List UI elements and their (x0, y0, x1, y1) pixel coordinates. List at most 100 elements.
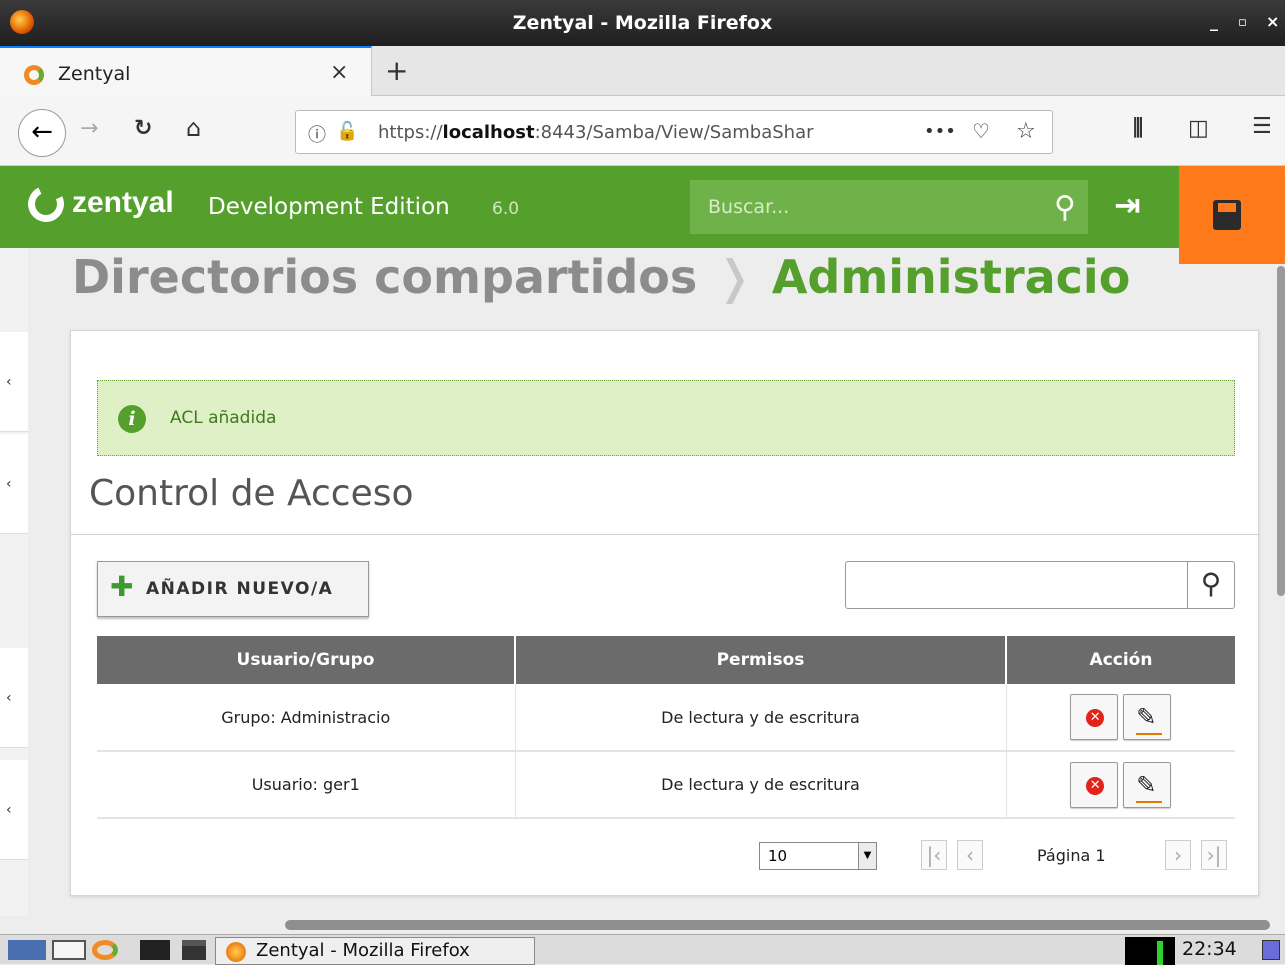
file-manager-icon[interactable] (52, 940, 86, 960)
breadcrumb-current: Administracio (771, 250, 1131, 304)
expand-arrow-icon: ‹ (6, 802, 12, 818)
back-button[interactable]: ← (18, 109, 66, 157)
cell-actions: ✕ ✎ (1006, 751, 1235, 819)
global-search-input[interactable] (690, 180, 1030, 234)
info-icon: i (118, 405, 146, 433)
breadcrumb: Directorios compartidos ❭ Administracio (72, 250, 1130, 304)
taskbar-firefox-task[interactable]: Zentyal - Mozilla Firefox (215, 937, 535, 965)
brand-name: zentyal (72, 186, 174, 219)
pencil-icon: ✎ (1136, 770, 1163, 803)
edition-label: Development Edition (208, 194, 450, 220)
new-tab-icon[interactable]: + (385, 54, 408, 87)
last-page-button[interactable]: ›| (1201, 840, 1227, 870)
edit-button[interactable]: ✎ (1123, 761, 1172, 808)
version-label: 6.0 (492, 199, 520, 219)
cell-permissions: De lectura y de escritura (515, 751, 1007, 819)
window-icon[interactable] (182, 940, 206, 960)
sidebar-item[interactable]: ‹ (0, 332, 28, 432)
column-header-action: Acción (1006, 636, 1235, 684)
success-notice: i ACL añadida (97, 380, 1235, 456)
global-search: ⚲ (690, 180, 1088, 234)
firefox-icon (226, 942, 246, 962)
zentyal-launcher-icon[interactable] (92, 940, 118, 960)
url-text[interactable]: https://localhost:8443/Samba/View/SambaS… (378, 122, 868, 143)
column-header-permissions: Permisos (515, 636, 1007, 684)
table-search-input[interactable] (845, 561, 1189, 609)
table-search-icon[interactable]: ⚲ (1187, 561, 1235, 609)
expand-arrow-icon: ‹ (6, 690, 12, 706)
table-row: Usuario: ger1 De lectura y de escritura … (97, 751, 1235, 819)
sidebar-item[interactable]: ‹ (0, 648, 28, 748)
cell-user-group: Grupo: Administracio (97, 684, 516, 752)
table-row: Grupo: Administracio De lectura y de esc… (97, 684, 1235, 752)
cell-actions: ✕ ✎ (1006, 684, 1235, 752)
notice-message: ACL añadida (170, 408, 277, 428)
section-title: Control de Acceso (89, 473, 414, 514)
sidebar-item[interactable]: ‹ (0, 434, 28, 534)
edit-button[interactable]: ✎ (1123, 694, 1172, 740)
home-button[interactable]: ⌂ (186, 114, 201, 142)
expand-arrow-icon: ‹ (6, 374, 12, 390)
window-titlebar: Zentyal - Mozilla Firefox _ ▫ × (0, 0, 1285, 46)
breadcrumb-parent-link[interactable]: Directorios compartidos (72, 250, 697, 304)
add-new-label: AÑADIR NUEVO/A (146, 579, 334, 599)
reload-button[interactable]: ↻ (134, 116, 152, 141)
save-disk-icon (1213, 200, 1241, 230)
show-desktop-icon[interactable] (8, 940, 46, 960)
horizontal-scrollbar-thumb[interactable] (285, 920, 1270, 930)
url-bar[interactable]: ⓘ 🔓 https://localhost:8443/Samba/View/Sa… (295, 110, 1053, 154)
sidebar: ‹ ‹ ‹ ‹ (0, 248, 28, 916)
save-changes-button[interactable] (1179, 166, 1285, 264)
content-panel: i ACL añadida Control de Acceso ✚ AÑADIR… (70, 330, 1259, 896)
search-icon[interactable]: ⚲ (1054, 190, 1076, 225)
breadcrumb-separator: ❭ (715, 250, 754, 304)
site-info-icon[interactable]: ⓘ (308, 121, 326, 147)
forward-button[interactable]: → (80, 116, 98, 141)
cell-user-group: Usuario: ger1 (97, 751, 516, 819)
zentyal-favicon-icon (24, 65, 44, 85)
tab-strip: Zentyal × + (0, 46, 1285, 96)
clock: 22:34 (1182, 938, 1237, 960)
library-icon[interactable]: ⫼ (1133, 116, 1143, 141)
minimize-icon[interactable]: _ (1210, 12, 1218, 31)
app-header: zentyal Development Edition 6.0 ⚲ ⇥ (0, 166, 1280, 248)
taskbar: Zentyal - Mozilla Firefox 22:34 (0, 934, 1285, 965)
terminal-icon[interactable] (140, 940, 170, 960)
tab-label: Zentyal (58, 63, 131, 85)
tab-zentyal[interactable]: Zentyal × (0, 46, 372, 96)
menu-icon[interactable]: ☰ (1252, 114, 1272, 139)
cpu-monitor (1125, 937, 1175, 965)
taskbar-task-label: Zentyal - Mozilla Firefox (256, 940, 470, 961)
horizontal-scrollbar[interactable] (0, 916, 1285, 934)
close-window-icon[interactable]: × (1266, 12, 1279, 31)
page-indicator: Página 1 (1037, 846, 1106, 865)
add-new-button[interactable]: ✚ AÑADIR NUEVO/A (97, 561, 369, 617)
expand-arrow-icon: ‹ (6, 476, 12, 492)
page-size-select[interactable]: 10 ▼ (759, 842, 877, 870)
logout-icon[interactable]: ⇥ (1114, 186, 1141, 224)
sidebar-toggle-icon[interactable]: ◫ (1188, 116, 1209, 141)
cell-permissions: De lectura y de escritura (515, 684, 1007, 752)
table-search: ⚲ (845, 561, 1235, 609)
divider (71, 534, 1258, 535)
pocket-icon[interactable]: ♡ (972, 119, 990, 143)
lock-screen-icon[interactable] (1262, 940, 1280, 960)
sidebar-item[interactable]: ‹ (0, 760, 28, 860)
next-page-button[interactable]: › (1165, 840, 1191, 870)
close-tab-icon[interactable]: × (330, 60, 348, 85)
delete-icon: ✕ (1086, 709, 1105, 727)
bookmark-star-icon[interactable]: ☆ (1016, 119, 1036, 144)
delete-button[interactable]: ✕ (1070, 694, 1119, 740)
plus-icon: ✚ (110, 570, 134, 603)
chevron-down-icon: ▼ (858, 843, 876, 869)
delete-button[interactable]: ✕ (1070, 761, 1119, 808)
maximize-icon[interactable]: ▫ (1238, 15, 1247, 30)
pagination: 10 ▼ |‹ ‹ Página 1 › ›| (71, 826, 1258, 876)
window-title: Zentyal - Mozilla Firefox (512, 12, 773, 34)
page-actions-icon[interactable]: ••• (924, 121, 956, 142)
first-page-button[interactable]: |‹ (921, 840, 947, 870)
prev-page-button[interactable]: ‹ (957, 840, 983, 870)
insecure-lock-icon[interactable]: 🔓 (336, 121, 358, 142)
vertical-scrollbar[interactable] (1277, 266, 1285, 596)
acl-table: Usuario/Grupo Permisos Acción Grupo: Adm… (97, 636, 1235, 819)
